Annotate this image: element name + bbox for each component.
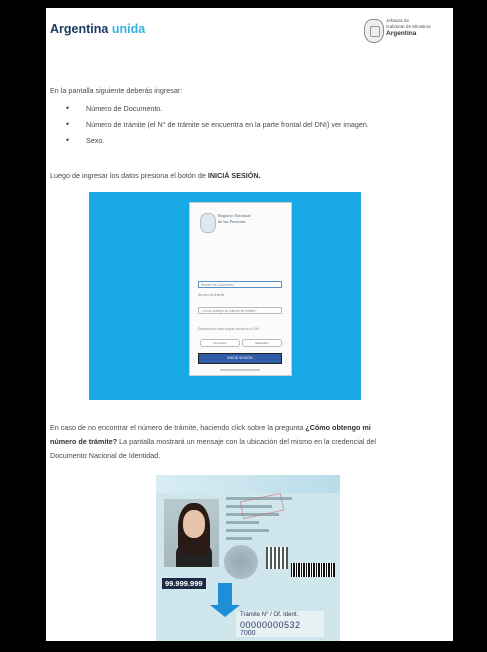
tramite-zoom-extra: 7000 (240, 630, 256, 637)
intro-text: En la pantalla siguiente deberás ingresa… (50, 86, 183, 95)
sexo-femenino-pill: Femenino (200, 339, 240, 347)
tramite-zoom-label: Trámite N° / Of. Ident. (240, 612, 299, 618)
help-line-2: número de trámite? La pantalla mostrará … (50, 437, 450, 446)
login-instruction-emphasis: INICIÁ SESIÓN. (207, 171, 261, 180)
tramite-label: Número de trámite (198, 293, 225, 297)
argentina-unida-logo: Argentina unida (50, 22, 145, 36)
requirements-list: Número de Documento. Número de trámite (… (66, 104, 369, 152)
tramite-number-zoom: Trámite N° / Of. Ident. 00000000532 7000 (236, 611, 324, 637)
portrait-face (183, 510, 205, 538)
ministry-country: Argentina (386, 30, 417, 37)
dni-ghost-image (224, 545, 258, 579)
help-question-part1: ¿Cómo obtengo mi (305, 423, 371, 432)
list-item: Sexo. (66, 136, 369, 152)
dni-document-number: 99.999.999 (162, 578, 206, 589)
help-line-1-text: En caso de no encontrar el número de trá… (50, 423, 306, 432)
dni-portrait-photo (164, 499, 219, 567)
dni-card-header-band (156, 475, 340, 493)
login-screenshot: Registro Nacional de las Personas Número… (89, 192, 361, 400)
login-instruction: Luego de ingresar los datos presiona el … (50, 171, 261, 180)
tramite-help-paragraph: En caso de no encontrar el número de trá… (50, 423, 450, 460)
dni-barcode (291, 563, 335, 577)
renaper-title: Registro Nacional de las Personas (218, 213, 284, 224)
renaper-emblem-icon (200, 213, 216, 233)
help-line-3: Documento Nacional de Identidad. (50, 451, 161, 460)
sexo-options: Femenino Masculino (198, 339, 282, 347)
dni-card-image: 99.999.999 Trámite N° / Of. Ident. 00000… (156, 475, 340, 641)
sexo-label: Seleccioná el sexo según consta en tu DN… (198, 327, 259, 331)
form-footer-line (220, 369, 260, 371)
tramite-zoom-number: 00000000532 (240, 620, 301, 630)
sexo-masculino-pill: Masculino (242, 339, 282, 347)
login-form-mock: Registro Nacional de las Personas Número… (189, 202, 292, 376)
login-instruction-text: Luego de ingresar los datos presiona el … (50, 171, 208, 180)
tramite-help-field: ¿Cómo obtengo mi número de trámite? (198, 307, 282, 314)
document-page: Argentina unida Jefatura de Gabinete de … (46, 8, 453, 641)
list-item: Número de trámite (el N° de trámite se e… (66, 120, 369, 136)
brand-accent: unida (111, 22, 146, 36)
help-line-1: En caso de no encontrar el número de trá… (50, 423, 450, 432)
national-seal-icon (364, 19, 384, 43)
document-number-field: Número de Documento (198, 281, 282, 288)
list-item: Número de Documento. (66, 104, 369, 120)
arrow-down-icon (210, 583, 240, 617)
ministry-logo: Jefatura de Gabinete de Ministros Argent… (386, 18, 452, 38)
brand-main: Argentina (50, 22, 109, 36)
page-header: Argentina unida Jefatura de Gabinete de … (46, 8, 453, 52)
renaper-title-line2: de las Personas (218, 218, 246, 224)
iniciar-sesion-button-mock: INICIÁ SESIÓN (198, 353, 282, 364)
help-question-part2: número de trámite? (50, 437, 118, 446)
dni-security-pattern (266, 547, 288, 569)
help-line-2-text: La pantalla mostrará un mensaje con la u… (117, 437, 377, 446)
